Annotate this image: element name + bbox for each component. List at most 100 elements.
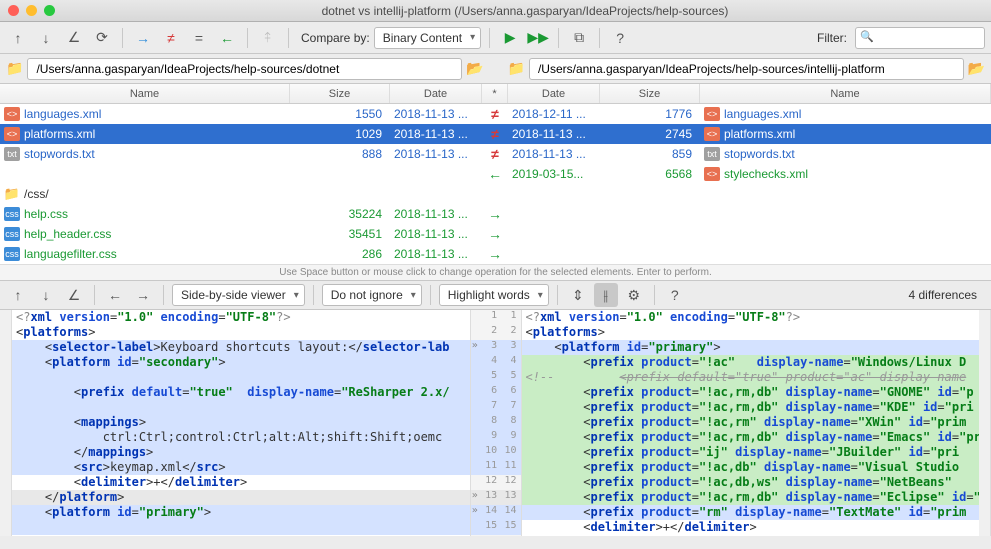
code-line[interactable]: <prefix product="!ac,rm,db" display-name… <box>522 490 980 505</box>
code-line[interactable]: <prefix product="!ac,db" display-name="V… <box>522 460 980 475</box>
table-row[interactable]: csslanguagefilter.css 286 2018-11-13 ...… <box>0 244 991 264</box>
help-icon[interactable]: ? <box>608 26 632 50</box>
code-line[interactable]: <prefix product="ij" display-name="JBuil… <box>522 445 980 460</box>
next-diff-button[interactable]: ↓ <box>34 26 58 50</box>
code-line[interactable]: <?xml version="1.0" encoding="UTF-8"?> <box>522 310 980 325</box>
sync-scroll-icon[interactable]: ⫲ <box>594 283 618 307</box>
right-marker <box>979 310 991 536</box>
file-name-right: languages.xml <box>724 107 801 121</box>
size-left: 286 <box>290 247 390 261</box>
code-line[interactable]: <platforms> <box>12 325 470 340</box>
code-line[interactable]: <platform id="primary"> <box>522 340 980 355</box>
nav-fwd-icon[interactable]: → <box>131 283 155 307</box>
code-line[interactable]: <prefix product="!ac,rm,db" display-name… <box>522 385 980 400</box>
code-line[interactable]: <platform id="secondary"> <box>12 355 470 370</box>
code-line[interactable]: <delimiter>+</delimiter> <box>522 520 980 535</box>
col-name-r[interactable]: Name <box>700 84 991 103</box>
left-code-pane[interactable]: <?xml version="1.0" encoding="UTF-8"?><p… <box>12 310 470 536</box>
collapse-icon[interactable]: ⇕ <box>566 283 590 307</box>
col-op[interactable]: * <box>482 84 508 103</box>
ignore-combo[interactable]: Do not ignore <box>322 284 422 306</box>
arrow-right-icon[interactable]: → <box>488 246 502 262</box>
folder-open-icon[interactable]: 📂 <box>968 60 985 77</box>
viewer-combo[interactable]: Side-by-side viewer <box>172 284 305 306</box>
code-line[interactable]: <selector-label>Keyboard shortcuts layou… <box>12 340 470 355</box>
highlight-combo[interactable]: Highlight words <box>439 284 549 306</box>
left-path-field[interactable] <box>27 58 462 80</box>
filter-input[interactable] <box>855 27 985 49</box>
prev-diff-button[interactable]: ↑ <box>6 26 30 50</box>
nav-back-icon[interactable]: ← <box>103 283 127 307</box>
not-equal-icon[interactable]: ≠ <box>491 126 499 142</box>
table-row[interactable]: csshelp_header.css 35451 2018-11-13 ... … <box>0 224 991 244</box>
gutter-line: »1414 <box>471 505 521 520</box>
not-equal-icon[interactable]: ≠ <box>491 106 499 122</box>
size-left: 35224 <box>290 207 390 221</box>
gutter-line: 11 <box>471 310 521 325</box>
equal-icon[interactable]: = <box>187 26 211 50</box>
table-row[interactable]: txtstopwords.txt 888 2018-11-13 ... ≠ 20… <box>0 144 991 164</box>
folder-icon: 📁 <box>4 187 20 201</box>
code-line[interactable]: <prefix product="!ac,rm,db" display-name… <box>522 400 980 415</box>
arrow-right-icon[interactable]: → <box>488 226 502 242</box>
col-date[interactable]: Date <box>390 84 482 103</box>
code-line[interactable]: </mappings> <box>12 445 470 460</box>
code-line[interactable]: </platform> <box>12 490 470 505</box>
code-line[interactable] <box>12 400 470 415</box>
edit-icon[interactable]: ∠ <box>62 26 86 50</box>
right-path-field[interactable] <box>529 58 964 80</box>
col-date-r[interactable]: Date <box>508 84 600 103</box>
arrow-right-icon[interactable]: → <box>488 206 502 222</box>
code-line[interactable]: <prefix product="!ac,db,ws" display-name… <box>522 475 980 490</box>
code-line[interactable]: <?xml version="1.0" encoding="UTF-8"?> <box>12 310 470 325</box>
arrow-left-icon[interactable]: ← <box>488 166 502 182</box>
code-line[interactable] <box>12 370 470 385</box>
refresh-icon[interactable]: ⟳ <box>90 26 114 50</box>
sync-right-icon[interactable]: → <box>131 26 155 50</box>
code-line[interactable]: <mappings> <box>12 415 470 430</box>
code-line[interactable]: <platforms> <box>522 325 980 340</box>
next-change-button[interactable]: ↓ <box>34 283 58 307</box>
not-equal-icon[interactable]: ≠ <box>491 146 499 162</box>
step-icon[interactable]: ▶ <box>498 26 522 50</box>
code-line[interactable]: <prefix product="rm" display-name="TextM… <box>522 505 980 520</box>
code-line[interactable]: <src>keymap.xml</src> <box>12 460 470 475</box>
sync-left-icon[interactable]: ← <box>215 26 239 50</box>
run-icon[interactable]: ▶▶ <box>526 26 550 50</box>
table-row[interactable]: <>platforms.xml 1029 2018-11-13 ... ≠ 20… <box>0 124 991 144</box>
folder-open-icon[interactable]: 📂 <box>466 60 483 77</box>
close-window[interactable] <box>8 5 19 16</box>
table-row[interactable]: <>languages.xml 1550 2018-11-13 ... ≠ 20… <box>0 104 991 124</box>
file-name-left: languages.xml <box>24 107 101 121</box>
merge-icon[interactable]: ⧉ <box>567 26 591 50</box>
date-right: 2018-11-13 ... <box>508 127 600 141</box>
folder-icon: 📁 <box>508 60 525 77</box>
col-size-r[interactable]: Size <box>600 84 700 103</box>
prev-change-button[interactable]: ↑ <box>6 283 30 307</box>
code-line[interactable]: <prefix product="!ac,rm,db" display-name… <box>522 430 980 445</box>
col-name[interactable]: Name <box>0 84 290 103</box>
settings-icon[interactable]: ⚙ <box>622 283 646 307</box>
col-size[interactable]: Size <box>290 84 390 103</box>
date-left: 2018-11-13 ... <box>390 247 482 261</box>
code-line[interactable]: <delimiter>+</delimiter> <box>12 475 470 490</box>
help-icon[interactable]: ? <box>663 283 687 307</box>
maximize-window[interactable] <box>44 5 55 16</box>
code-line[interactable]: <prefix product="!ac" display-name="Wind… <box>522 355 980 370</box>
table-row[interactable]: csshelp.css 35224 2018-11-13 ... → <box>0 204 991 224</box>
code-line[interactable]: <prefix default="true" display-name="ReS… <box>12 385 470 400</box>
not-equal-icon[interactable]: ≠ <box>159 26 183 50</box>
table-row[interactable]: ← 2019-03-15... 6568 <>stylechecks.xml <box>0 164 991 184</box>
right-code-pane[interactable]: <?xml version="1.0" encoding="UTF-8"?><p… <box>522 310 980 536</box>
table-row[interactable]: 📁/css/ <box>0 184 991 204</box>
minimize-window[interactable] <box>26 5 37 16</box>
code-line[interactable]: <!-- <prefix default="true" product="ac"… <box>522 370 980 385</box>
filter-icon[interactable]: ⤉ <box>256 26 280 50</box>
code-line[interactable]: <platform id="primary"> <box>12 505 470 520</box>
code-line[interactable] <box>12 520 470 535</box>
code-line[interactable]: <prefix product="!ac,rm" display-name="X… <box>522 415 980 430</box>
compare-by-combo[interactable]: Binary Content <box>374 27 481 49</box>
gutter-line: 1111 <box>471 460 521 475</box>
code-line[interactable]: ctrl:Ctrl;control:Ctrl;alt:Alt;shift:Shi… <box>12 430 470 445</box>
edit-source-icon[interactable]: ∠ <box>62 283 86 307</box>
